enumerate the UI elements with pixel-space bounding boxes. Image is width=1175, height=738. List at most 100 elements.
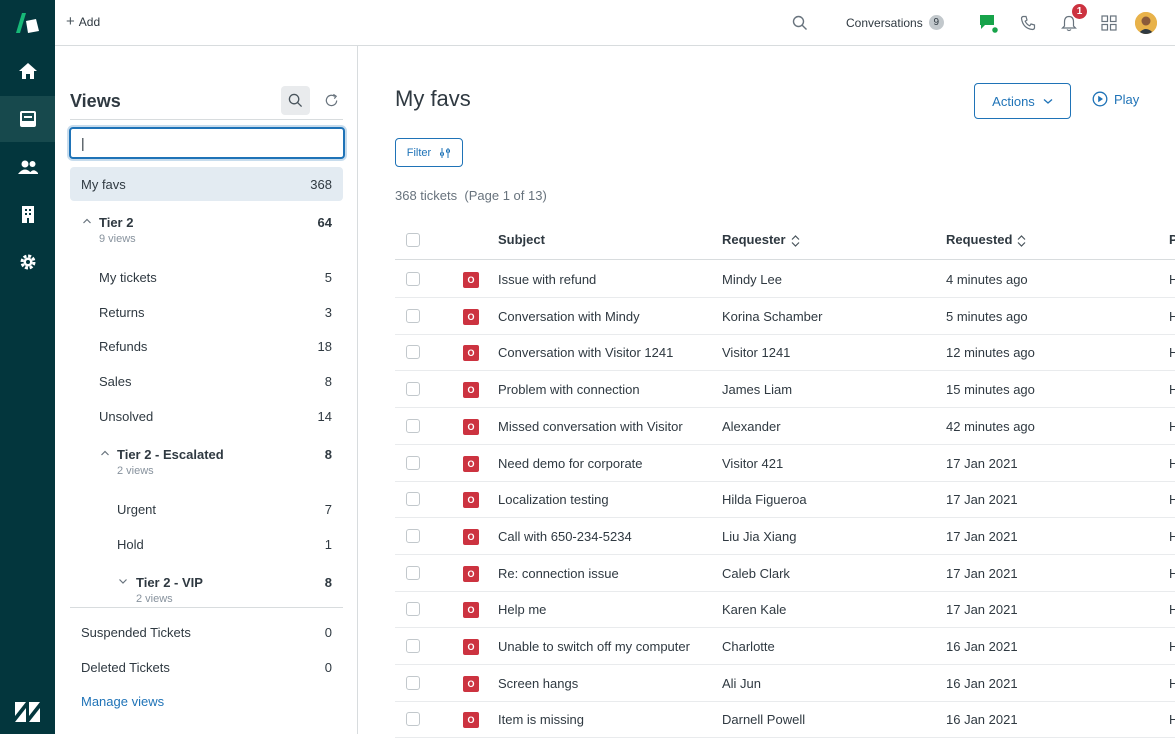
conversations-label: Conversations [846,15,923,30]
ticket-count-label: 368 tickets [395,188,458,203]
apps-grid-icon[interactable] [1098,12,1120,34]
support-logo-icon[interactable] [14,11,41,35]
ticket-subject[interactable]: Call with 650-234-5234 [498,529,632,544]
table-row[interactable]: O Screen hangs Ali Jun 16 Jan 2021 H [395,665,1175,702]
row-checkbox[interactable] [406,639,420,653]
table-row[interactable]: O Re: connection issue Caleb Clark 17 Jan 2… [395,555,1175,592]
ticket-subject[interactable]: Need demo for corporate [498,456,643,471]
view-item-returns[interactable]: Returns 3 [70,295,343,329]
ticket-subject[interactable]: Problem with connection [498,382,640,397]
view-count: 0 [324,660,332,675]
views-panel: Views My favs 368 Tier 2 64 9 views My t… [55,46,358,734]
search-icon[interactable] [789,12,811,34]
row-checkbox[interactable] [406,345,420,360]
ticket-subject[interactable]: Issue with refund [498,272,596,287]
row-checkbox[interactable] [406,418,420,433]
views-search-button[interactable] [281,86,310,115]
table-row[interactable]: O Conversation with Visitor 1241 Visitor 1… [395,334,1175,372]
ticket-subject[interactable]: Unable to switch off my computer [498,639,690,654]
phone-icon[interactable] [1017,12,1039,34]
ticket-subject[interactable]: Conversation with Visitor 1241 [498,345,673,360]
filter-sliders-icon [440,147,451,158]
organizations-nav-icon[interactable] [0,191,55,237]
view-item-unsolved[interactable]: Unsolved 14 [70,399,343,433]
user-avatar[interactable] [1135,12,1157,34]
view-label: Tier 2 [99,215,134,230]
view-item-urgent[interactable]: Urgent 7 [70,492,343,526]
row-checkbox[interactable] [406,382,420,397]
column-header-subject[interactable]: Subject [498,232,545,247]
conversations-button[interactable]: Conversations 9 [846,15,944,30]
status-open-badge: O [463,565,479,582]
admin-gear-icon[interactable] [0,239,55,285]
actions-button[interactable]: Actions [974,83,1071,119]
customers-nav-icon[interactable] [0,144,55,190]
row-checkbox[interactable] [406,528,420,543]
table-row[interactable]: O Issue with refund Mindy Lee 4 minutes ago… [395,261,1175,298]
view-count: 8 [324,447,332,462]
row-checkbox[interactable] [406,492,420,507]
actions-label: Actions [992,93,1035,109]
row-checkbox[interactable] [406,565,420,580]
row-checkbox[interactable] [406,602,420,617]
table-row[interactable]: O Conversation with Mindy Korina Schamber 5… [395,298,1175,335]
ticket-requested: 16 Jan 2021 [946,639,1018,654]
ticket-subject[interactable]: Conversation with Mindy [498,309,640,324]
row-checkbox[interactable] [406,675,420,690]
manage-views-link[interactable]: Manage views [81,694,164,709]
ticket-requester: Hilda Figueroa [722,492,807,508]
view-item-deleted-tickets[interactable]: Deleted Tickets 0 [70,650,343,684]
ticket-subject[interactable]: Missed conversation with Visitor [498,419,683,434]
add-button[interactable]: + Add [66,13,100,30]
filter-button[interactable]: Filter [395,138,463,167]
view-group-tier-2-vip[interactable]: Tier 2 - VIP 8 2 views [70,565,343,607]
view-group-tier-2-escalated[interactable]: Tier 2 - Escalated 8 2 views [70,437,343,481]
view-item-refunds[interactable]: Refunds 18 [70,329,343,363]
views-nav-icon[interactable] [0,96,55,142]
refresh-views-button[interactable] [317,86,346,115]
ticket-priority: H [1169,528,1175,544]
home-nav-icon[interactable] [0,48,55,94]
ticket-requester: Karen Kale [722,602,787,618]
ticket-priority: H [1169,712,1175,728]
view-item-my-tickets[interactable]: My tickets 5 [70,260,343,294]
ticket-subject[interactable]: Screen hangs [498,676,578,691]
table-row[interactable]: O Missed conversation with Visitor Alexand… [395,408,1175,445]
table-row[interactable]: O Problem with connection James Liam 15 min… [395,371,1175,409]
view-item-my-favs[interactable]: My favs 368 [70,167,343,201]
select-all-checkbox[interactable] [406,233,420,247]
play-button[interactable]: Play [1092,91,1139,107]
row-checkbox[interactable] [406,272,420,286]
plus-icon: + [66,13,75,30]
chat-status-icon[interactable] [977,12,999,34]
view-group-tier-2[interactable]: Tier 2 64 9 views [70,205,343,249]
view-item-suspended-tickets[interactable]: Suspended Tickets 0 [70,615,343,649]
ticket-subject[interactable]: Item is missing [498,712,584,727]
column-header-requested[interactable]: Requested [946,232,1026,247]
column-header-requester[interactable]: Requester [722,232,800,247]
view-label: Unsolved [99,409,154,424]
ticket-subject[interactable]: Re: connection issue [498,566,619,581]
ticket-subject[interactable]: Help me [498,602,546,617]
row-checkbox[interactable] [406,712,420,727]
table-row[interactable]: O Item is missing Darnell Powell 16 Jan 202… [395,701,1175,738]
row-checkbox[interactable] [406,455,420,470]
chevron-up-icon [101,450,109,456]
row-checkbox[interactable] [406,308,420,323]
view-item-hold[interactable]: Hold 1 [70,527,343,561]
column-header-priority[interactable]: P [1169,232,1175,247]
table-row[interactable]: O Unable to switch off my computer Charlot… [395,628,1175,665]
chevron-down-icon [1043,99,1053,104]
table-row[interactable]: O Localization testing Hilda Figueroa 17 Ja… [395,481,1175,519]
views-search-input[interactable] [69,127,345,159]
table-row[interactable]: O Need demo for corporate Visitor 421 17 Ja… [395,445,1175,482]
conversations-count-badge: 9 [928,15,944,30]
table-row[interactable]: O Help me Karen Kale 17 Jan 2021 H [395,591,1175,629]
view-item-sales[interactable]: Sales 8 [70,364,343,398]
ticket-subject[interactable]: Localization testing [498,492,609,507]
ticket-priority: H [1169,565,1175,581]
view-sub-count: 2 views [136,593,173,605]
ticket-requester: Visitor 421 [722,455,784,471]
ticket-requester: Caleb Clark [722,565,790,581]
table-row[interactable]: O Call with 650-234-5234 Liu Jia Xiang 17 J… [395,518,1175,555]
